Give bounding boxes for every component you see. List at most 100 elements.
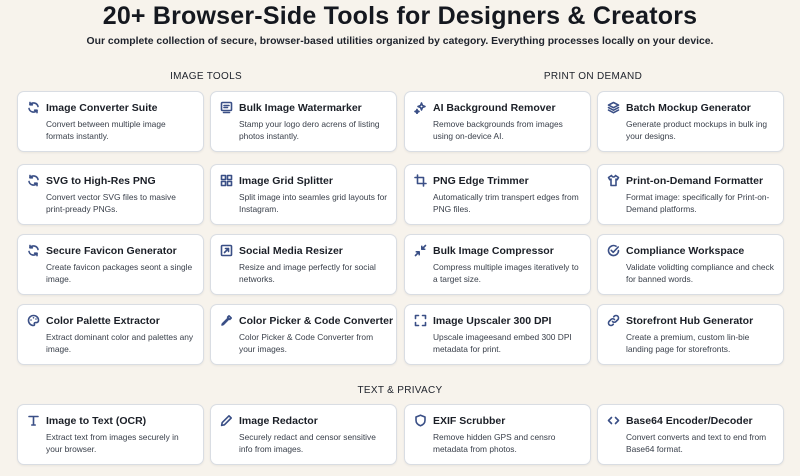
tool-card-description: Automatically trim transpert edges from …: [433, 192, 579, 214]
tool-card-image-to-text-ocr[interactable]: Image to Text (OCR) Extract text from ima…: [17, 404, 204, 465]
tool-card-title: Secure Favicon Generator: [46, 244, 177, 257]
tool-card-header: Social Media Resizer: [220, 244, 388, 257]
tool-card-description: Extract text from images securely in you…: [46, 432, 179, 454]
tool-card-title: PNG Edge Trimmer: [433, 174, 529, 187]
tool-card-title: Social Media Resizer: [239, 244, 343, 257]
section-label-print-on-demand: PRINT ON DEMAND: [543, 71, 643, 82]
tool-card-batch-mockup-generator[interactable]: Batch Mockup Generator Generate product m…: [597, 91, 784, 152]
tool-card-title: Print-on-Demand Formatter: [626, 174, 764, 187]
shield-icon: [414, 414, 427, 427]
tool-card-description: Color Picker & Code Converter from your …: [239, 332, 374, 354]
refresh-icon: [27, 174, 40, 187]
tool-card-header: Image Grid Splitter: [220, 174, 388, 187]
tool-card-title: Compliance Workspace: [626, 244, 745, 257]
tool-card-title: Image Grid Splitter: [239, 174, 333, 187]
tool-card-ai-background-remover[interactable]: AI Background Remover Remove backgrounds …: [404, 91, 591, 152]
tool-card-title: Storefront Hub Generator: [626, 314, 754, 327]
tool-card-exif-scrubber[interactable]: EXIF Scrubber Remove hidden GPS and censr…: [404, 404, 591, 465]
tool-card-header: Color Palette Extractor: [27, 314, 195, 327]
tool-card-description: Compress multiple images iteratively to …: [433, 262, 579, 284]
tool-card-image-redactor[interactable]: Image Redactor Securely redact and censor…: [210, 404, 397, 465]
tool-card-header: Image Redactor: [220, 414, 388, 427]
tool-card-title: Image Redactor: [239, 414, 318, 427]
page-title: 20+ Browser-Side Tools for Designers & C…: [102, 2, 698, 30]
layers-icon: [607, 101, 620, 114]
tool-card-header: Bulk Image Compressor: [414, 244, 582, 257]
crop-icon: [414, 174, 427, 187]
shirt-icon: [607, 174, 620, 187]
tool-card-description: Validate volidting compliance and check …: [626, 262, 774, 284]
tool-card-header: Base64 Encoder/Decoder: [607, 414, 775, 427]
tool-card-header: Batch Mockup Generator: [607, 101, 775, 114]
tool-card-description: Convert converts and text to end from Ba…: [626, 432, 767, 454]
tool-card-header: PNG Edge Trimmer: [414, 174, 582, 187]
tool-card-header: Print-on-Demand Formatter: [607, 174, 775, 187]
sparkles-icon: [414, 101, 427, 114]
tool-card-description: Extract dominant color and palettes any …: [46, 332, 194, 354]
code-icon: [607, 414, 620, 427]
tool-card-description: Format image: specifically for Print-on-…: [626, 192, 770, 214]
tool-card-header: Image Upscaler 300 DPI: [414, 314, 582, 327]
tool-card-title: Base64 Encoder/Decoder: [626, 414, 753, 427]
tool-card-description: Remove backgrounds from images using on-…: [433, 119, 563, 141]
refresh-icon: [27, 101, 40, 114]
tool-card-description: Create a premium, custom lin-bie landing…: [626, 332, 750, 354]
compress-icon: [414, 244, 427, 257]
check-circle-icon: [607, 244, 620, 257]
tool-card-bulk-image-watermarker[interactable]: Bulk Image Watermarker Stamp your logo de…: [210, 91, 397, 152]
tool-card-header: EXIF Scrubber: [414, 414, 582, 427]
tool-card-bulk-image-compressor[interactable]: Bulk Image Compressor Compress multiple i…: [404, 234, 591, 295]
tool-card-title: Bulk Image Watermarker: [239, 101, 362, 114]
tool-card-description: Convert between multiple image formats i…: [46, 119, 166, 141]
stamp-icon: [220, 101, 233, 114]
tool-card-compliance-workspace[interactable]: Compliance Workspace Validate volidting c…: [597, 234, 784, 295]
expand-icon: [414, 314, 427, 327]
tool-card-base64-encoder-decoder[interactable]: Base64 Encoder/Decoder Convert converts a…: [597, 404, 784, 465]
tool-card-header: Secure Favicon Generator: [27, 244, 195, 257]
tool-card-description: Upscale imageesand embed 300 DPI metadat…: [433, 332, 572, 354]
tool-card-header: Image Converter Suite: [27, 101, 195, 114]
tool-card-header: SVG to High-Res PNG: [27, 174, 195, 187]
tool-card-title: Image Upscaler 300 DPI: [433, 314, 552, 327]
tool-card-description: Remove hidden GPS and censro metadata fr…: [433, 432, 556, 454]
tool-card-title: Image Converter Suite: [46, 101, 158, 114]
tool-card-social-media-resizer[interactable]: Social Media Resizer Resize and image per…: [210, 234, 397, 295]
tool-card-description: Split image into seamles grid layouts fo…: [239, 192, 388, 214]
tool-card-title: Image to Text (OCR): [46, 414, 147, 427]
tool-card-title: Color Palette Extractor: [46, 314, 160, 327]
section-label-image-tools: IMAGE TOOLS: [170, 71, 242, 82]
tool-card-color-palette-extractor[interactable]: Color Palette Extractor Extract dominant …: [17, 304, 204, 365]
tool-card-title: SVG to High-Res PNG: [46, 174, 156, 187]
tool-card-secure-favicon-generator[interactable]: Secure Favicon Generator Create favicon p…: [17, 234, 204, 295]
refresh-icon: [27, 244, 40, 257]
tool-card-svg-to-high-res-png[interactable]: SVG to High-Res PNG Convert vector SVG fi…: [17, 164, 204, 225]
tool-card-header: Bulk Image Watermarker: [220, 101, 388, 114]
tool-card-print-on-demand-formatter[interactable]: Print-on-Demand Formatter Format image: s…: [597, 164, 784, 225]
pencil-icon: [220, 414, 233, 427]
resize-icon: [220, 244, 233, 257]
tool-card-description: Convert vector SVG files to masive print…: [46, 192, 176, 214]
tool-card-description: Resize and image perfectly for social ne…: [239, 262, 376, 284]
tool-card-title: Batch Mockup Generator: [626, 101, 751, 114]
tool-card-title: EXIF Scrubber: [433, 414, 506, 427]
text-icon: [27, 414, 40, 427]
section-label-text-privacy: TEXT & PRIVACY: [357, 385, 443, 396]
link-icon: [607, 314, 620, 327]
tool-card-description: Securely redact and censor sensitive inf…: [239, 432, 376, 454]
tool-card-header: Color Picker & Code Converter: [220, 314, 393, 327]
tool-card-png-edge-trimmer[interactable]: PNG Edge Trimmer Automatically trim trans…: [404, 164, 591, 225]
tool-card-image-grid-splitter[interactable]: Image Grid Splitter Split image into seam…: [210, 164, 397, 225]
tool-card-color-picker-code-converter[interactable]: Color Picker & Code Converter Color Picke…: [210, 304, 397, 365]
tool-card-description: Create favicon packages seont a single i…: [46, 262, 193, 284]
tool-card-description: Generate product mockups in bulk ing you…: [626, 119, 768, 141]
tool-card-title: AI Background Remover: [433, 101, 556, 114]
tool-card-image-upscaler-300-dpi[interactable]: Image Upscaler 300 DPI Upscale imageesand…: [404, 304, 591, 365]
tool-card-storefront-hub-generator[interactable]: Storefront Hub Generator Create a premium…: [597, 304, 784, 365]
tool-card-header: Compliance Workspace: [607, 244, 775, 257]
tool-card-description: Stamp your logo dero acrens of listing p…: [239, 119, 380, 141]
tool-card-header: Storefront Hub Generator: [607, 314, 775, 327]
tool-card-image-converter-suite[interactable]: Image Converter Suite Convert between mul…: [17, 91, 204, 152]
tool-card-title: Bulk Image Compressor: [433, 244, 554, 257]
tool-card-header: AI Background Remover: [414, 101, 582, 114]
eyedropper-icon: [220, 314, 233, 327]
